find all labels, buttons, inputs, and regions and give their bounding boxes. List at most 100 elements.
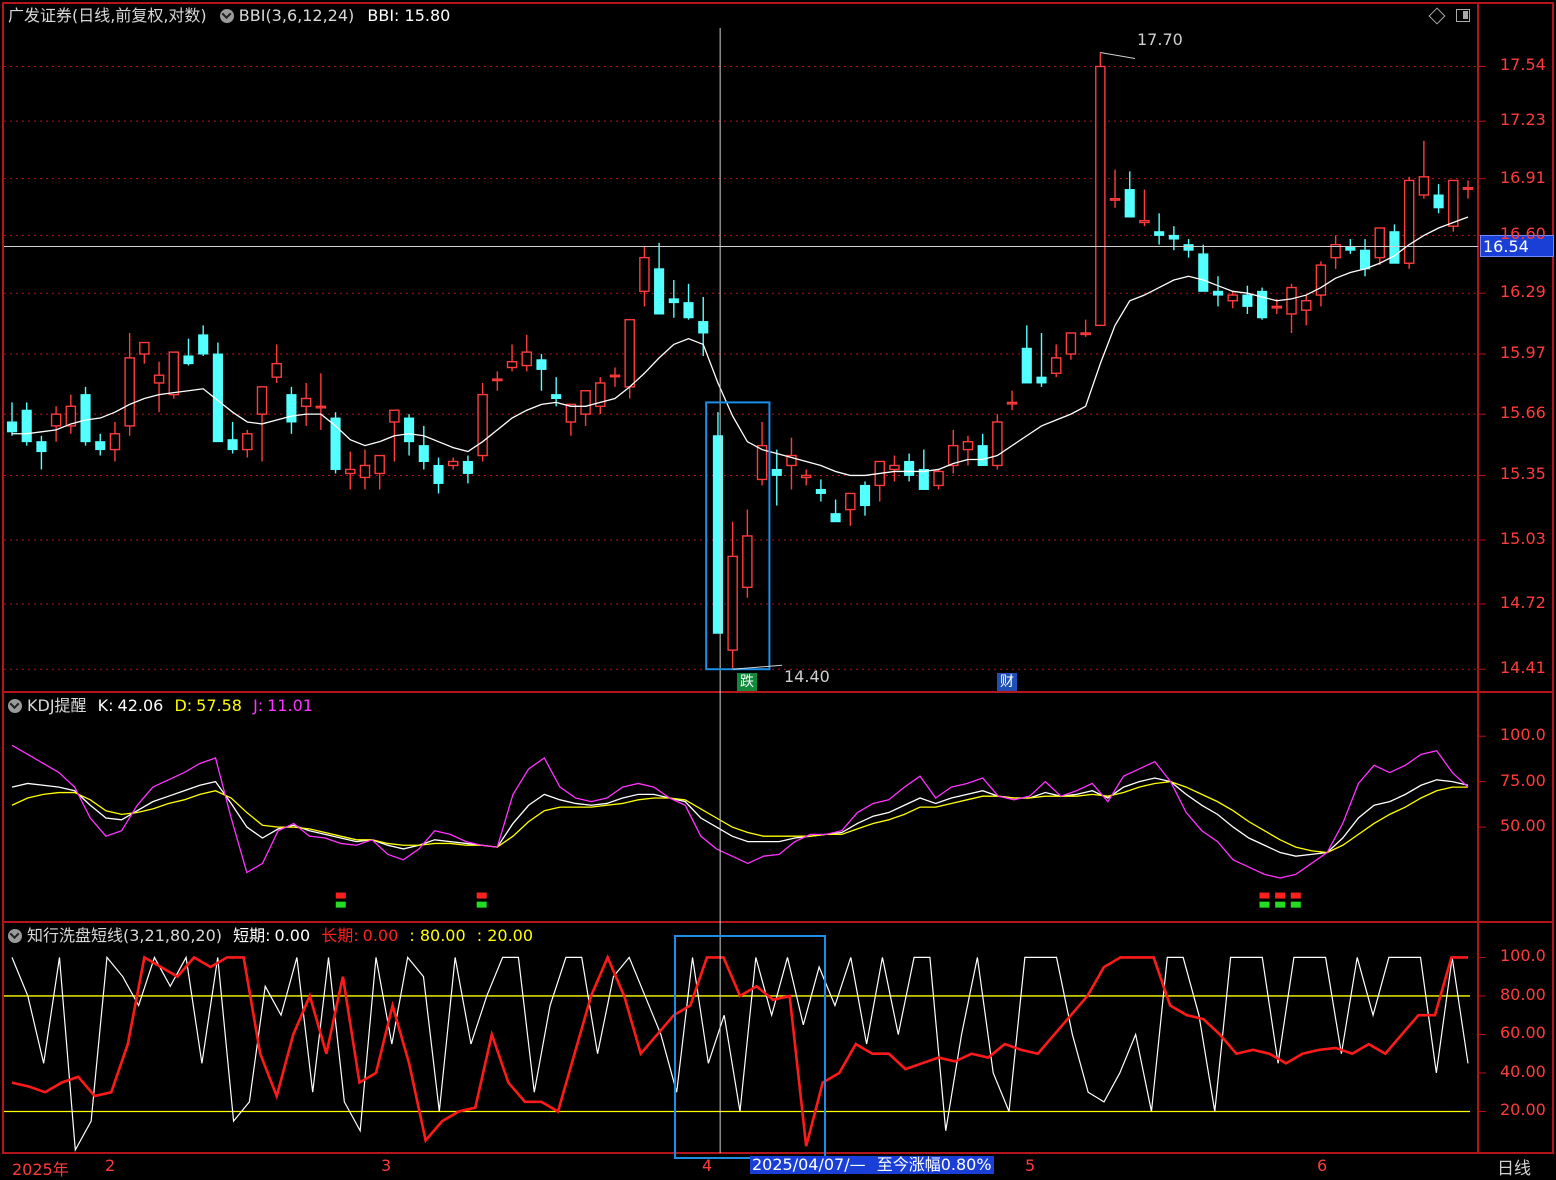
candle-body-down	[904, 460, 915, 476]
kdj-reminder-red	[335, 892, 346, 899]
price-tick-label: 14.72	[1500, 592, 1546, 612]
high-marker-arrow	[1100, 52, 1136, 60]
candle-body-up	[727, 555, 738, 651]
kdj-reminder-green	[476, 901, 487, 908]
candle-body-up	[742, 535, 753, 589]
j-value: 11.01	[267, 696, 313, 715]
candle-body-up	[389, 409, 400, 423]
outer-frame	[2, 2, 1554, 1154]
price-tick-label: 16.91	[1500, 167, 1546, 187]
kdj-plot[interactable]	[11, 744, 1469, 908]
candle-body-up	[1300, 300, 1312, 311]
short-value: 0.00	[274, 926, 311, 945]
candle-body-up	[1227, 294, 1238, 302]
d-label: D:	[174, 696, 193, 715]
candle-body-up	[800, 474, 812, 479]
candle-body-down	[198, 334, 209, 355]
candle-body-up	[962, 440, 974, 451]
price-tick-label: 16.29	[1500, 282, 1546, 302]
kdj-tick-label: 100.0	[1500, 725, 1546, 745]
candle-body-down	[404, 417, 415, 443]
short-label: 短期:	[233, 926, 271, 945]
period-label[interactable]: 日线	[1497, 1154, 1531, 1179]
candle-body-up	[1403, 179, 1415, 264]
price-plot[interactable]	[6, 52, 1474, 670]
candle-body-down	[668, 298, 679, 304]
candle-body-down	[433, 464, 444, 484]
candle-body-up	[624, 318, 635, 388]
candle-body-up	[639, 256, 650, 293]
candle-body-up	[521, 351, 533, 367]
candle-body-up	[139, 341, 150, 355]
candle-body-up	[1374, 227, 1386, 259]
event-badge-drop[interactable]: 跌	[737, 673, 757, 691]
bbi-value: 15.80	[404, 6, 451, 25]
candle-body-down	[830, 513, 841, 523]
candle-body-down	[1212, 290, 1224, 296]
wash-menu-icon[interactable]	[8, 929, 22, 943]
overlay-annotations	[4, 28, 1478, 1159]
low-price-marker: 14.40	[784, 667, 830, 686]
candle-body-up	[1050, 357, 1062, 374]
bbi-indicator-name[interactable]: BBI(3,6,12,24)	[239, 6, 355, 25]
wash-tick-label: 20.00	[1500, 1100, 1546, 1120]
price-tick-label: 15.03	[1500, 529, 1546, 549]
bbi-line	[12, 216, 1469, 477]
wash-tick-label: 40.00	[1500, 1061, 1546, 1081]
highlight-box-wash	[674, 935, 826, 1159]
kdj-reminder-red	[1259, 892, 1270, 899]
candle-body-down	[1198, 253, 1209, 292]
wash-short-line	[11, 955, 1469, 1153]
candle-body-up	[609, 374, 621, 378]
candle-body-up	[256, 386, 268, 415]
event-badge-finance[interactable]: 财	[997, 673, 1017, 691]
candle-body-down	[80, 394, 91, 443]
cursor-date: 2025/04/07/—	[752, 1155, 866, 1174]
kdj-name[interactable]: KDJ提醒	[27, 696, 87, 715]
long-value: 0.00	[362, 926, 399, 945]
candle-body-up	[1065, 332, 1077, 355]
k-label: K:	[97, 696, 114, 715]
panel-frames	[2, 2, 1554, 1154]
candle-body-up	[168, 351, 180, 396]
candle-body-down	[462, 460, 473, 474]
kdj-header: KDJ提醒 K: 42.06 D: 57.58 J: 11.01	[8, 696, 313, 716]
main-header: 广发证券(日线,前复权,对数) BBI(3,6,12,24) BBI: 15.8…	[8, 6, 450, 26]
level-20-label: : 20.00	[476, 926, 534, 945]
panel-toggle-icon[interactable]	[1456, 9, 1470, 22]
x-label-mar: 3	[381, 1156, 392, 1175]
kdj-menu-icon[interactable]	[8, 699, 22, 713]
wash-plot[interactable]	[4, 954, 1470, 1153]
x-label-apr: 4	[702, 1156, 713, 1175]
wash-tick-label: 80.00	[1500, 984, 1546, 1004]
change-since: 至今涨幅0.80%	[876, 1155, 992, 1174]
high-price-marker: 17.70	[1137, 30, 1183, 49]
indicator-menu-icon[interactable]	[219, 9, 234, 23]
candle-body-up	[315, 405, 327, 409]
candle-body-up	[1271, 305, 1283, 309]
wash-tick-label: 60.00	[1500, 1023, 1546, 1043]
stock-title[interactable]: 广发证券(日线,前复权,对数)	[8, 6, 207, 25]
kdj-reminder-green	[1290, 901, 1301, 908]
candle-body-up	[1006, 401, 1018, 405]
x-label-feb: 2	[105, 1156, 116, 1175]
stock-chart-window: 广发证券(日线,前复权,对数) BBI(3,6,12,24) BBI: 15.8…	[0, 0, 1556, 1179]
candle-body-down	[1154, 231, 1165, 236]
price-tick-label: 17.54	[1500, 55, 1546, 75]
candle-body-down	[183, 355, 194, 365]
candle-body-up	[153, 374, 165, 384]
chart-canvas[interactable]	[0, 0, 1556, 1174]
wash-tick-label: 100.0	[1500, 946, 1546, 966]
kdj-reminder-red	[1275, 892, 1286, 899]
candle-body-up	[124, 357, 135, 427]
candle-body-up	[50, 413, 62, 427]
kdj-reminder-green	[1259, 901, 1270, 908]
wash-name[interactable]: 知行洗盘短线(3,21,80,20)	[27, 926, 222, 945]
candle-body-down	[286, 394, 297, 423]
price-tick-label: 15.66	[1500, 403, 1546, 423]
candle-body-down	[95, 441, 106, 451]
candle-body-down	[36, 441, 47, 453]
candle-body-up	[1418, 176, 1430, 196]
candle-body-down	[21, 409, 32, 443]
x-label-year: 2025年	[12, 1160, 69, 1179]
